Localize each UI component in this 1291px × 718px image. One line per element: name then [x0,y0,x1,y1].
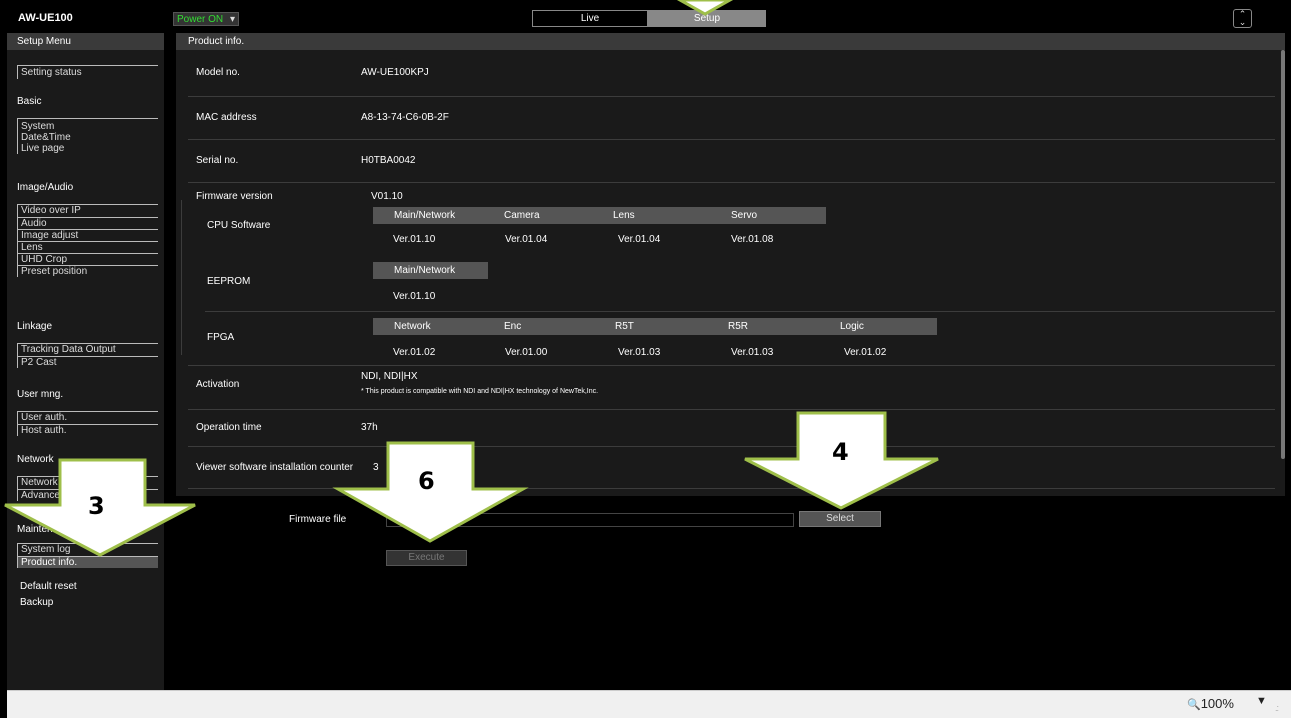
annotation-arrow-top [676,0,734,16]
annotation-label-3: 3 [88,492,105,520]
annotation-overlay [4,0,939,557]
annotation-label-4: 4 [832,438,849,466]
annotation-label-6: 6 [418,467,435,495]
